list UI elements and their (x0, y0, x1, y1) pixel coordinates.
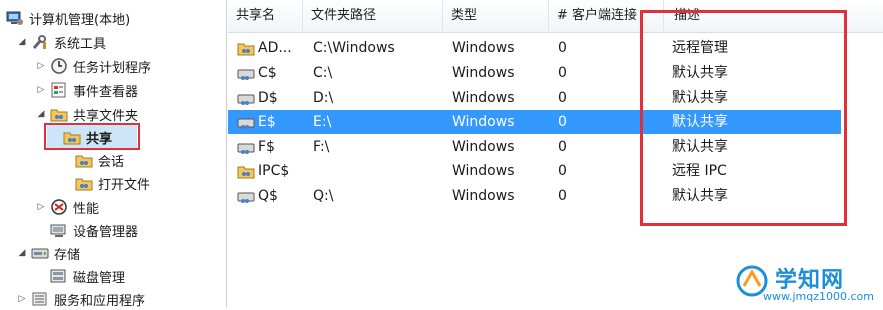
tree-label-shared-folders: 共享文件夹 (73, 108, 139, 124)
cell-type: Windows (452, 188, 515, 204)
tree-label-disk-management: 磁盘管理 (73, 270, 126, 286)
tree-item-event-viewer[interactable]: ▷ 事件查看器 (35, 79, 138, 101)
tree-item-storage[interactable]: ◢ 存储 (16, 242, 80, 264)
cell-client-connections: 0 (558, 139, 567, 155)
tree-label-shares: 共享 (86, 131, 113, 147)
tree-label-task-scheduler: 任务计划程序 (73, 60, 152, 76)
tree-label-performance: 性能 (73, 201, 100, 217)
cell-share-name: C$ (258, 65, 277, 81)
expand-icon[interactable]: ▷ (35, 85, 47, 95)
tree-label-sessions: 会话 (98, 154, 125, 170)
cell-type: Windows (452, 40, 515, 56)
tree-item-disk-management[interactable]: 磁盘管理 (50, 265, 125, 287)
drive-share-icon (237, 139, 257, 155)
cell-folder-path: Q:\ (313, 188, 334, 204)
drive-share-icon (237, 90, 257, 106)
tree-item-performance[interactable]: ▷ 性能 (35, 196, 99, 218)
open-files-icon (75, 175, 93, 191)
tree-item-task-scheduler[interactable]: ▷ 任务计划程序 (35, 55, 151, 77)
cell-type: Windows (452, 65, 515, 81)
column-header-share-name[interactable]: 共享名 (228, 0, 303, 32)
storage-icon (31, 245, 49, 261)
sessions-icon (75, 152, 93, 168)
device-manager-icon (50, 222, 68, 238)
share-icon (237, 40, 257, 56)
share-icon (237, 163, 257, 179)
watermark-url: www.jmqz1000.com (763, 290, 874, 303)
computer-management-icon (6, 10, 24, 26)
services-icon (31, 291, 49, 307)
expand-icon[interactable]: ▷ (16, 294, 28, 304)
performance-icon (50, 199, 68, 215)
tree-item-open-files[interactable]: 打开文件 (75, 172, 150, 194)
expand-icon[interactable]: ▷ (35, 202, 47, 212)
cell-share-name: E$ (258, 114, 276, 130)
drive-share-icon (237, 188, 257, 204)
shared-folder-icon (50, 106, 68, 122)
cell-folder-path: C:\ (313, 65, 333, 81)
cell-share-name: F$ (258, 139, 275, 155)
cell-type: Windows (452, 163, 515, 179)
cell-share-name: IPC$ (258, 163, 290, 179)
cell-folder-path: F:\ (313, 139, 330, 155)
column-header-type[interactable]: 类型 (443, 0, 549, 32)
tree-item-device-manager[interactable]: 设备管理器 (50, 219, 138, 241)
cell-share-name: Q$ (258, 188, 278, 204)
expand-icon[interactable]: ▷ (35, 61, 47, 71)
tree-label-system-tools: 系统工具 (54, 36, 107, 52)
navigation-tree: 计算机管理(本地) ◢ 系统工具 ▷ 任务计划程序 ▷ 事件查看器 ◢ 共享文件… (0, 0, 227, 310)
collapse-icon[interactable]: ◢ (16, 37, 28, 47)
tree-item-shares[interactable]: 共享 (63, 126, 112, 148)
clock-icon (50, 58, 68, 74)
collapse-icon[interactable]: ◢ (16, 248, 28, 258)
cell-type: Windows (452, 139, 515, 155)
tree-label-event-viewer: 事件查看器 (73, 84, 139, 100)
shared-folder-icon (63, 129, 81, 145)
cell-client-connections: 0 (558, 163, 567, 179)
tree-label-storage: 存储 (54, 247, 81, 263)
cell-folder-path: D:\ (313, 90, 334, 106)
tree-label-root: 计算机管理(本地) (29, 12, 131, 28)
collapse-icon[interactable]: ◢ (35, 109, 47, 119)
cell-client-connections: 0 (558, 40, 567, 56)
cell-type: Windows (452, 90, 515, 106)
column-header-folder-path[interactable]: 文件夹路径 (303, 0, 443, 32)
cell-folder-path: E:\ (313, 114, 332, 130)
tree-item-services-apps[interactable]: ▷ 服务和应用程序 (16, 288, 145, 310)
cell-client-connections: 0 (558, 90, 567, 106)
cell-folder-path: C:\Windows (313, 40, 395, 56)
drive-share-icon (237, 65, 257, 81)
cell-share-name: D$ (258, 90, 278, 106)
cell-type: Windows (452, 114, 515, 130)
system-tools-icon (31, 34, 49, 50)
tree-item-system-tools[interactable]: ◢ 系统工具 (16, 31, 106, 53)
tree-label-device-manager: 设备管理器 (73, 224, 139, 240)
cell-share-name: AD... (258, 40, 292, 56)
tree-item-sessions[interactable]: 会话 (75, 149, 124, 171)
event-viewer-icon (50, 82, 68, 98)
tree-label-open-files: 打开文件 (98, 177, 151, 193)
tree-item-shared-folders[interactable]: ◢ 共享文件夹 (35, 103, 138, 125)
cell-client-connections: 0 (558, 114, 567, 130)
disk-management-icon (50, 268, 68, 284)
watermark-logo: 学知网 www.jmqz1000.com (735, 262, 883, 308)
tree-label-services-apps: 服务和应用程序 (54, 293, 146, 309)
cell-client-connections: 0 (558, 65, 567, 81)
description-highlight-box (640, 10, 847, 226)
drive-share-icon (237, 114, 257, 130)
cell-client-connections: 0 (558, 188, 567, 204)
tree-item-computer-management[interactable]: 计算机管理(本地) (6, 7, 130, 29)
